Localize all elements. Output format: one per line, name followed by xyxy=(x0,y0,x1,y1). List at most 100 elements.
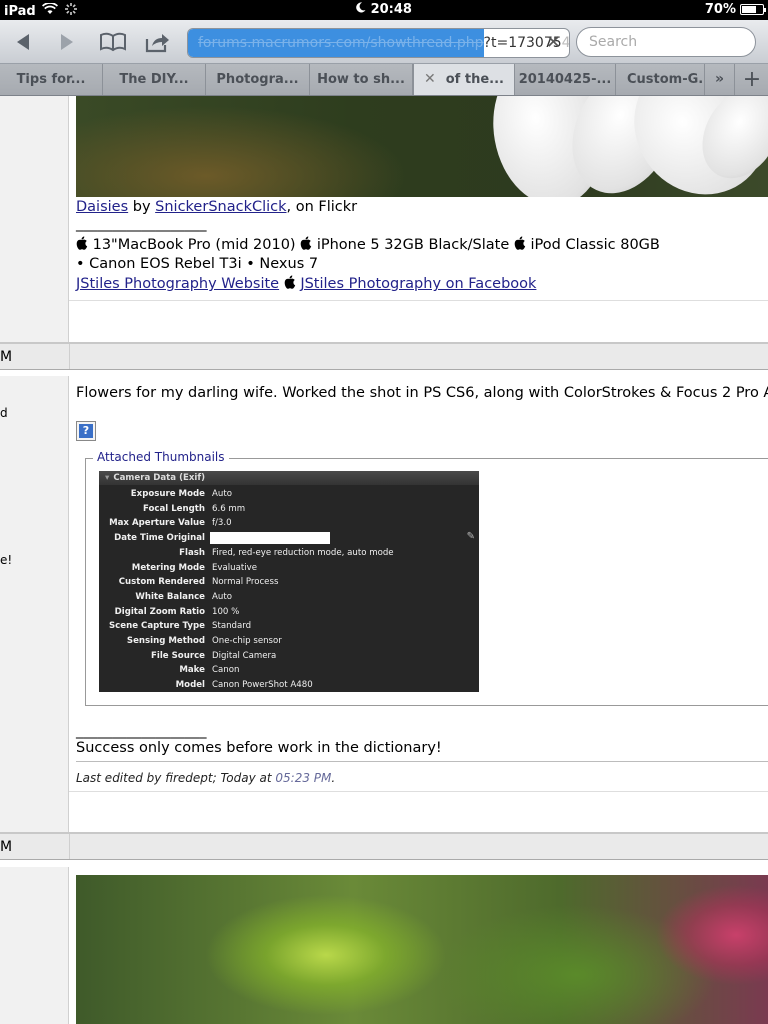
exif-value: Canon xyxy=(212,665,240,676)
exif-value: Digital Camera xyxy=(212,650,277,661)
last-edited-time: 05:23 PM xyxy=(275,771,332,785)
tab-label: of the... xyxy=(445,72,504,87)
exif-key: Date Time Original xyxy=(114,533,205,544)
signature-links: JStiles Photography Website JStiles Phot… xyxy=(76,275,536,292)
author-link[interactable]: SnickerSnackClick xyxy=(155,199,286,215)
exif-row: Exposure Mode Auto xyxy=(99,487,479,501)
forward-arrow-icon xyxy=(61,34,73,50)
battery-percent: 70% xyxy=(704,2,736,17)
share-button[interactable] xyxy=(142,28,172,56)
browser-toolbar: forums.macrumors.com/showthread.php?t=17… xyxy=(0,20,768,64)
exif-row: Digital Zoom Ratio 100 % xyxy=(99,605,479,619)
exif-key: Metering Mode xyxy=(131,562,205,573)
tab-active[interactable]: ✕ of the... xyxy=(413,64,515,95)
exif-key: Model xyxy=(175,680,205,691)
exif-row: Scene Capture Type Standard xyxy=(99,619,479,633)
tab-20140425[interactable]: 20140425-... xyxy=(515,64,616,95)
tab-diy[interactable]: The DIY... xyxy=(103,64,206,95)
post-sidebar xyxy=(0,96,69,342)
edit-pencil-icon: ✎ xyxy=(466,531,475,542)
apple-logo-icon xyxy=(300,236,312,250)
tab-label: 20140425-... xyxy=(518,72,612,87)
tab-label: The DIY... xyxy=(119,72,189,87)
exif-value: Evaluative xyxy=(212,562,258,573)
tab-label: How to sh... xyxy=(317,72,405,87)
exif-row: Flash Fired, red-eye reduction mode, auto… xyxy=(99,546,479,560)
daisies-photo[interactable] xyxy=(76,96,768,197)
facebook-link[interactable]: JStiles Photography on Facebook xyxy=(300,276,536,292)
device-macbook: 13"MacBook Pro (mid 2010) xyxy=(92,237,296,253)
status-bar: iPad 20:48 70% xyxy=(0,0,768,20)
last-edited-suffix: . xyxy=(331,771,336,785)
exif-key: Max Aperture Value xyxy=(109,518,205,529)
book-icon xyxy=(100,32,126,52)
exif-row: Focal Length 6.6 mm xyxy=(99,502,479,516)
post-date-fragment: M xyxy=(0,349,13,365)
last-edited-note: Last edited by firedept; Today at 05:23 … xyxy=(76,771,335,785)
post-divider xyxy=(69,791,768,792)
device-ipod: iPod Classic 80GB xyxy=(530,237,660,253)
signature-rule: __________________ xyxy=(76,723,207,739)
sidebar-text-fragment: d xyxy=(0,406,8,420)
exif-key: Sensing Method xyxy=(126,636,205,646)
sidebar-text-fragment: e! xyxy=(0,553,13,567)
url-selected-text: forums.macrumors.com/showthread.php xyxy=(188,29,484,57)
photo-caption: Daisies by SnickerSnackClick, on Flickr xyxy=(76,199,357,215)
disclosure-triangle-icon: ▾ xyxy=(105,473,110,483)
bookmarks-button[interactable] xyxy=(98,28,128,56)
broken-image-icon[interactable]: ? xyxy=(76,421,96,441)
exif-row: Custom Rendered Normal Process xyxy=(99,575,479,589)
exif-row: Date Time Original xyxy=(99,531,479,545)
exif-key: Focal Length xyxy=(142,503,205,514)
exif-row: Make Canon xyxy=(99,663,479,677)
search-field[interactable]: Search xyxy=(576,27,756,57)
forward-button[interactable] xyxy=(52,28,82,56)
post-date-fragment: M xyxy=(0,839,13,855)
tab-custom[interactable]: Custom-G... xyxy=(616,64,705,95)
exif-row: File Source Digital Camera xyxy=(99,649,479,663)
tab-label: Tips for... xyxy=(16,72,86,87)
exif-key: Digital Zoom Ratio xyxy=(114,606,205,617)
back-arrow-icon xyxy=(17,34,29,50)
flower-photo[interactable] xyxy=(76,875,768,1024)
last-edited-prefix: Last edited by firedept; Today at xyxy=(76,771,276,785)
website-link[interactable]: JStiles Photography Website xyxy=(76,276,279,292)
exif-key: Make xyxy=(179,665,205,676)
tab-photography[interactable]: Photogra... xyxy=(206,64,310,95)
caption-on-flickr: , on Flickr xyxy=(286,199,358,215)
tab-tips[interactable]: Tips for... xyxy=(0,64,103,95)
tab-label: Custom-G... xyxy=(627,72,705,87)
device-iphone: iPhone 5 32GB Black/Slate xyxy=(316,237,510,253)
moon-icon xyxy=(356,2,371,17)
signature-devices: 13"MacBook Pro (mid 2010) iPhone 5 32GB … xyxy=(76,236,660,253)
more-tabs-icon[interactable]: » xyxy=(705,64,735,95)
url-text-fade: 4 xyxy=(561,35,570,51)
post-body-text: Flowers for my darling wife. Worked the … xyxy=(76,385,768,401)
back-button[interactable] xyxy=(8,28,38,56)
exif-value: Auto xyxy=(212,489,232,499)
exif-value-field xyxy=(210,532,330,545)
clear-url-icon[interactable]: ✕ xyxy=(546,29,561,57)
exif-value: Normal Process xyxy=(212,577,279,588)
battery-icon xyxy=(740,4,766,15)
address-bar[interactable]: forums.macrumors.com/showthread.php?t=17… xyxy=(187,28,570,58)
tab-how-to[interactable]: How to sh... xyxy=(310,64,413,95)
close-tab-icon[interactable]: ✕ xyxy=(424,71,436,87)
attached-thumbnails-legend: Attached Thumbnails xyxy=(93,450,229,464)
exif-thumbnail[interactable]: ▾ Camera Data (Exif) Exposure Mode Auto Foc… xyxy=(99,471,479,692)
exif-title: Camera Data (Exif) xyxy=(113,473,206,483)
exif-row: Sensing Method One-chip sensor xyxy=(99,634,479,648)
exif-key: Custom Rendered xyxy=(118,577,205,588)
web-page: Daisies by SnickerSnackClick, on Flickr … xyxy=(0,96,768,1024)
exif-value: Fired, red-eye reduction mode, auto mode xyxy=(212,547,394,558)
exif-value: One-chip sensor xyxy=(212,636,282,646)
post-header: M xyxy=(0,342,768,370)
exif-key: Exposure Mode xyxy=(130,489,205,499)
new-tab-button[interactable]: + xyxy=(736,64,768,95)
signature-quote: Success only comes before work in the di… xyxy=(76,740,442,756)
exif-value: f/3.0 xyxy=(212,518,232,529)
exif-row: Model Canon PowerShot A480 xyxy=(99,678,479,692)
photo-link[interactable]: Daisies xyxy=(76,199,128,215)
exif-row: White Balance Auto xyxy=(99,590,479,604)
post-header: M xyxy=(0,832,768,860)
